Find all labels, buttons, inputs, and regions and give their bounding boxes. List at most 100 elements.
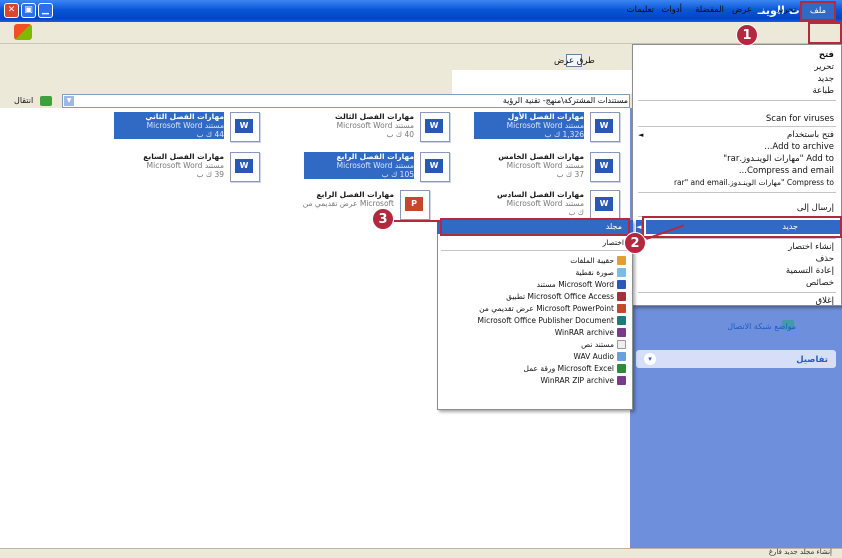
file-type: مستند Microsoft Word	[336, 161, 414, 170]
file-size: 105 ك ب	[381, 170, 414, 179]
file-size: 39 ك ب	[196, 170, 224, 179]
step-marker-1: 1	[736, 24, 758, 46]
menu-item-new[interactable]: جديد	[817, 74, 834, 84]
menu-item-add-archive[interactable]: Add to archive...	[764, 142, 834, 152]
file-size: 37 ك ب	[556, 170, 584, 179]
file-type: مستند Microsoft Word	[506, 199, 584, 208]
chevron-down-icon[interactable]: ▾	[644, 353, 656, 365]
menu-item-send-to[interactable]: إرسال إلى	[797, 203, 834, 213]
file-type: مستند Microsoft Word	[336, 121, 414, 130]
highlight-file-menu	[808, 22, 842, 44]
menu-view[interactable]: عرض	[732, 5, 752, 15]
submenu-item[interactable]: WinRAR archive	[555, 328, 614, 337]
status-bar	[0, 548, 842, 558]
menu-favorites[interactable]: المفضلة	[695, 5, 724, 15]
details-title: تفاصيل	[796, 355, 828, 365]
file-name: مهارات الفصل الرابع	[316, 190, 395, 199]
submenu-item-shortcut[interactable]: اختصار	[603, 238, 624, 247]
file-type: مستند Microsoft Word	[506, 121, 584, 130]
file-type: مستند Microsoft Word	[146, 121, 224, 130]
submenu-item[interactable]: Microsoft Word مستند	[537, 280, 614, 289]
menu-item-compress-rar-email[interactable]: Compress to "مهارات الوينـدوز.rar" and e…	[674, 178, 834, 187]
menu-separator	[638, 126, 836, 127]
submenu-item[interactable]: Microsoft Office Access تطبيق	[506, 292, 614, 301]
file-size: 44 ك ب	[196, 130, 224, 139]
annotation-line	[394, 220, 442, 222]
menu-item-create-shortcut[interactable]: إنشاء اختصار	[788, 242, 834, 252]
go-arrow-icon[interactable]	[40, 96, 52, 106]
minimize-button[interactable]: ▁	[38, 3, 53, 18]
file-item[interactable]: W مهارات الفصل الثاني مستند Microsoft Wo…	[110, 110, 260, 150]
menu-item-delete[interactable]: حذف	[815, 254, 834, 264]
word-icon	[617, 280, 626, 289]
menu-tools[interactable]: أدوات	[661, 5, 682, 15]
file-item[interactable]: P مهارات الفصل الرابع Microsoft عرض تقدي…	[280, 188, 430, 228]
chevron-down-icon[interactable]: ▼	[64, 96, 74, 106]
file-size: 40 ك ب	[386, 130, 414, 139]
bitmap-icon	[617, 268, 626, 277]
menu-item-close[interactable]: إغلاق	[816, 296, 834, 306]
file-item[interactable]: W مهارات الفصل الثالث مستند Microsoft Wo…	[300, 110, 450, 150]
submenu-item[interactable]: مستند نص	[581, 340, 614, 349]
file-name: مهارات الفصل السابع	[143, 152, 224, 161]
word-document-icon: W	[420, 112, 450, 142]
views-button[interactable]: طرق عرض	[554, 56, 595, 66]
word-document-icon: W	[230, 112, 260, 142]
network-places-link[interactable]: مواضع شبكة الاتصال	[727, 322, 796, 331]
submenu-item[interactable]: Microsoft Excel ورقة عمل	[524, 364, 615, 373]
file-name: مهارات الفصل الثالث	[335, 112, 414, 121]
address-text: مستندات المشتركة\منهج- تقنية الرؤية	[502, 96, 628, 105]
briefcase-icon	[617, 256, 626, 265]
menu-item-open-with[interactable]: فتح باستخدام	[787, 130, 834, 140]
file-name: مهارات الفصل الرابع	[336, 152, 415, 161]
submenu-arrow-icon: ◄	[638, 131, 644, 139]
menu-separator	[638, 100, 836, 101]
powerpoint-icon	[617, 304, 626, 313]
close-button[interactable]: ✕	[4, 3, 19, 18]
file-item[interactable]: W مهارات الفصل الأول مستند Microsoft Wor…	[470, 110, 620, 150]
menu-item-print[interactable]: طباعة	[812, 86, 834, 96]
file-size: ك ب	[568, 208, 584, 217]
excel-icon	[617, 364, 626, 373]
menu-help[interactable]: تعليمات	[627, 5, 654, 15]
file-item[interactable]: W مهارات الفصل الخامس مستند Microsoft Wo…	[470, 150, 620, 190]
text-document-icon	[617, 340, 626, 349]
audio-icon	[617, 352, 626, 361]
menu-item-scan[interactable]: Scan for viruses	[766, 114, 834, 124]
go-button[interactable]: انتقال	[14, 96, 33, 105]
submenu-item[interactable]: صورة نقطية	[576, 268, 615, 277]
file-item[interactable]: W مهارات الفصل الرابع مستند Microsoft Wo…	[300, 150, 450, 190]
menu-item-edit[interactable]: تحرير	[814, 62, 834, 72]
menu-separator	[638, 192, 836, 193]
highlight-folder-item	[440, 218, 630, 236]
word-document-icon: W	[590, 112, 620, 142]
word-document-icon: W	[590, 152, 620, 182]
toolbar-blank-area	[452, 70, 632, 94]
file-name: مهارات الفصل الأول	[507, 112, 584, 121]
step-marker-2: 2	[624, 232, 646, 254]
submenu-item[interactable]: حقيبة الملفات	[570, 256, 614, 265]
word-document-icon: W	[590, 190, 620, 220]
menu-item-properties[interactable]: خصائص	[806, 278, 834, 288]
menu-file[interactable]: ملف	[800, 1, 836, 21]
word-document-icon: W	[420, 152, 450, 182]
access-icon	[617, 292, 626, 301]
menu-edit[interactable]: تحرير	[776, 5, 796, 15]
windows-logo-icon	[14, 24, 32, 40]
menu-item-rename[interactable]: إعادة التسمية	[786, 266, 834, 276]
submenu-item[interactable]: Microsoft PowerPoint عرض تقديمي من	[479, 304, 614, 313]
submenu-item[interactable]: WAV Audio	[574, 352, 615, 361]
menu-separator	[441, 250, 629, 251]
step-marker-3: 3	[372, 208, 394, 230]
menu-item-add-rar[interactable]: Add to "مهارات الوينـدوز.rar"	[723, 154, 834, 164]
submenu-item[interactable]: Microsoft Office Publisher Document	[478, 316, 614, 325]
status-text: إنشاء مجلد جديد فارغ	[768, 548, 832, 556]
submenu-item[interactable]: WinRAR ZIP archive	[540, 376, 614, 385]
file-item[interactable]: W مهارات الفصل السابع مستند Microsoft Wo…	[110, 150, 260, 190]
maximize-button[interactable]: ▣	[21, 3, 36, 18]
menu-item-open[interactable]: فتح	[819, 50, 834, 60]
file-name: مهارات الفصل الخامس	[498, 152, 584, 161]
menu-bar	[0, 22, 842, 44]
publisher-icon	[617, 316, 626, 325]
menu-item-compress-email[interactable]: Compress and email...	[739, 166, 834, 176]
